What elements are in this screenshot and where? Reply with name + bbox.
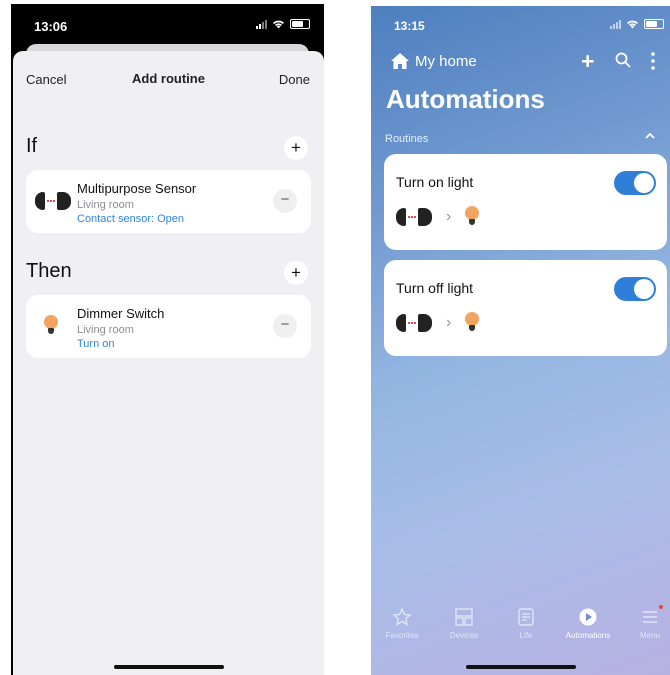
device-room: Living room	[77, 199, 134, 211]
device-room: Living room	[77, 324, 134, 336]
remove-condition-button[interactable]: −	[273, 189, 297, 213]
remove-action-button[interactable]: −	[273, 314, 297, 338]
add-condition-button[interactable]: +	[284, 136, 308, 160]
more-options-icon[interactable]	[647, 51, 659, 71]
condition-detail[interactable]: Contact sensor: Open	[77, 213, 184, 225]
chevron-right-icon: ›	[446, 208, 452, 225]
status-time: 13:06	[34, 19, 68, 34]
automations-screen: 13:15 My home + Automations Routines Tur…	[371, 6, 670, 675]
device-name: Multipurpose Sensor	[77, 181, 197, 196]
wifi-icon	[273, 20, 284, 29]
battery-icon	[644, 19, 664, 29]
routines-section-label: Routines	[385, 133, 429, 145]
sheet-header: Cancel Add routine Done	[13, 51, 324, 99]
star-icon	[392, 607, 412, 626]
page-title: Automations	[386, 84, 545, 114]
status-icons	[610, 19, 664, 29]
routine-name: Turn on light	[396, 174, 474, 190]
sensor-icon	[396, 208, 432, 226]
tab-label: Favorites	[385, 631, 419, 640]
search-icon[interactable]	[615, 52, 631, 68]
if-label: If	[26, 135, 38, 157]
tab-label: Devices	[449, 631, 479, 640]
tab-label: Life	[519, 631, 533, 640]
condition-card[interactable]: Multipurpose Sensor Living room Contact …	[26, 170, 311, 233]
device-name: Dimmer Switch	[77, 306, 165, 321]
chevron-right-icon: ›	[446, 314, 452, 331]
bulb-icon	[44, 315, 58, 337]
action-detail[interactable]: Turn on	[77, 338, 115, 350]
wifi-icon	[627, 20, 638, 29]
chevron-up-icon[interactable]	[644, 130, 656, 142]
action-card[interactable]: Dimmer Switch Living room Turn on −	[26, 295, 311, 358]
play-icon	[579, 608, 597, 626]
done-button[interactable]: Done	[279, 72, 310, 87]
bulb-icon	[465, 312, 480, 334]
battery-icon	[290, 19, 310, 29]
status-bar: 13:06	[11, 4, 324, 44]
signal-icon	[256, 19, 267, 29]
tab-automations[interactable]: Automations	[558, 607, 618, 640]
notification-dot	[659, 605, 663, 609]
home-icon[interactable]	[390, 51, 410, 71]
home-selector[interactable]: My home	[415, 53, 477, 70]
tab-life[interactable]: Life	[496, 607, 556, 640]
sensor-icon	[35, 192, 71, 210]
bulb-icon	[465, 206, 480, 228]
status-icons	[256, 19, 310, 29]
menu-icon	[643, 611, 657, 623]
add-action-button[interactable]: +	[284, 261, 308, 285]
routine-flow: ›	[396, 312, 480, 334]
routine-toggle[interactable]	[614, 277, 656, 301]
add-icon[interactable]: +	[581, 48, 594, 75]
life-icon	[518, 608, 534, 626]
routine-card[interactable]: Turn off light ›	[384, 260, 667, 356]
routine-flow: ›	[396, 206, 480, 228]
status-time: 13:15	[394, 19, 425, 33]
routine-name: Turn off light	[396, 280, 474, 296]
status-bar: 13:15	[371, 6, 670, 42]
home-indicator	[113, 665, 224, 669]
add-routine-screen: 13:06 Cancel Add routine Done If + Multi…	[11, 4, 324, 675]
bottom-tab-bar: Favorites Devices Life Automations Menu	[371, 605, 670, 651]
tab-label: Menu	[639, 631, 660, 640]
tab-devices[interactable]: Devices	[434, 607, 494, 640]
routine-card[interactable]: Turn on light ›	[384, 154, 667, 250]
tab-menu[interactable]: Menu	[620, 607, 670, 640]
home-indicator	[465, 665, 576, 669]
routine-sheet: Cancel Add routine Done If + Multipurpos…	[13, 51, 324, 675]
devices-icon	[455, 608, 473, 626]
tab-label: Automations	[565, 631, 611, 640]
tab-favorites[interactable]: Favorites	[372, 607, 432, 640]
routine-toggle[interactable]	[614, 171, 656, 195]
app-header: My home +	[371, 48, 670, 79]
sheet-title: Add routine	[132, 71, 205, 86]
then-label: Then	[26, 260, 72, 282]
sensor-icon	[396, 314, 432, 332]
signal-icon	[610, 19, 621, 29]
